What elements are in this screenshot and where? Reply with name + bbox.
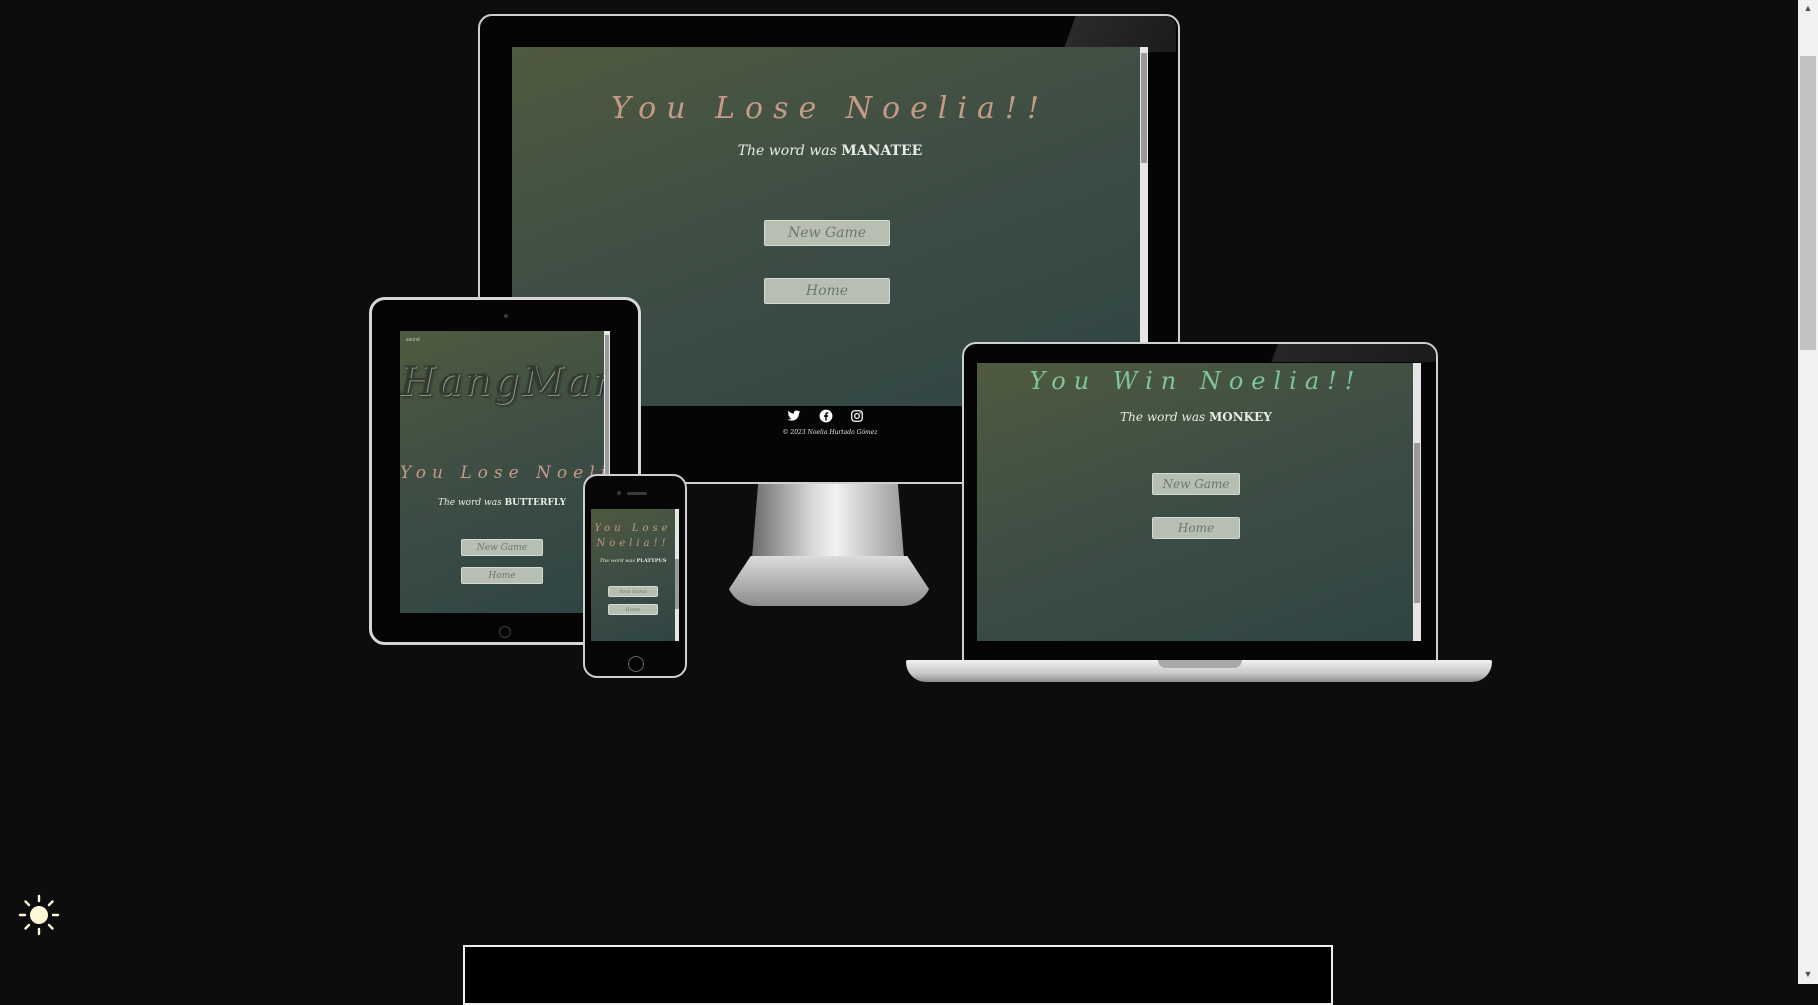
content-section-box [463,945,1333,1005]
laptop-home-button[interactable]: Home [1152,517,1240,539]
word-prefix: The word was [1120,410,1206,424]
phone-home-button-link[interactable]: Home [608,604,658,615]
sun-icon [18,894,60,936]
monitor-stand-base [726,556,932,606]
phone-result-title-line2: Noelia!! [596,538,670,549]
laptop-word-line: The word was MONKEY [977,410,1415,424]
revealed-word: BUTTERFLY [504,498,567,508]
revealed-word: MANATEE [841,143,923,159]
phone-result-title-line1: You Lose [594,523,672,534]
instagram-icon[interactable] [850,409,864,423]
laptop-trackpad-notch [1158,660,1242,668]
laptop-result-title: You Win Noelia!! [1029,367,1363,395]
laptop-glare [1250,344,1436,362]
tablet-new-game-button[interactable]: New Game [461,539,543,556]
phone-screen: You Lose Noelia!! The word was PLATYPUS … [591,509,679,641]
tablet-home-button-link[interactable]: Home [461,567,543,584]
theme-toggle-button[interactable] [18,894,60,936]
scroll-up-arrow-icon[interactable]: ▲ [1802,2,1814,14]
tablet-heading: HangMan [400,359,610,405]
monitor-stand [752,484,904,558]
tablet-word-line: The word was BUTTERFLY [400,498,604,508]
phone-speaker [627,492,647,495]
page-scroll-thumb[interactable] [1800,56,1816,350]
word-prefix: The word was [737,143,837,159]
revealed-word: PLATYPUS [636,558,667,564]
phone-new-game-button[interactable]: New Game [608,586,658,597]
phone-screen-scroll-thumb[interactable] [675,559,679,609]
word-prefix: The word was [599,558,635,564]
scroll-down-arrow-icon[interactable]: ▼ [1802,968,1814,980]
tablet-home-button [499,626,511,638]
tablet-camera [504,314,508,318]
tablet-result-title: You Lose Noelia!! [400,463,610,483]
laptop-screen: You Win Noelia!! The word was MONKEY New… [977,363,1421,641]
word-prefix: The word was [437,498,502,508]
tablet-screen: sound HangMan You Lose Noelia!! The word… [400,331,610,613]
monitor-new-game-button[interactable]: New Game [764,220,890,246]
laptop-new-game-button[interactable]: New Game [1152,473,1240,495]
monitor-home-button[interactable]: Home [764,278,890,304]
phone-home-button [628,656,644,672]
twitter-icon[interactable] [787,409,801,423]
facebook-icon[interactable] [819,409,833,423]
tablet-screen-scroll-thumb[interactable] [605,335,609,475]
monitor-word-line: The word was MANATEE [512,143,1148,159]
tablet-corner-text: sound [406,337,420,343]
laptop-screen-scroll-thumb[interactable] [1414,443,1420,603]
phone-word-line: The word was PLATYPUS [591,558,675,564]
phone-camera [617,491,621,495]
revealed-word: MONKEY [1208,410,1272,424]
monitor-result-title: You Lose Noelia!! [610,91,1050,126]
monitor-screen-scroll-thumb[interactable] [1141,53,1147,163]
